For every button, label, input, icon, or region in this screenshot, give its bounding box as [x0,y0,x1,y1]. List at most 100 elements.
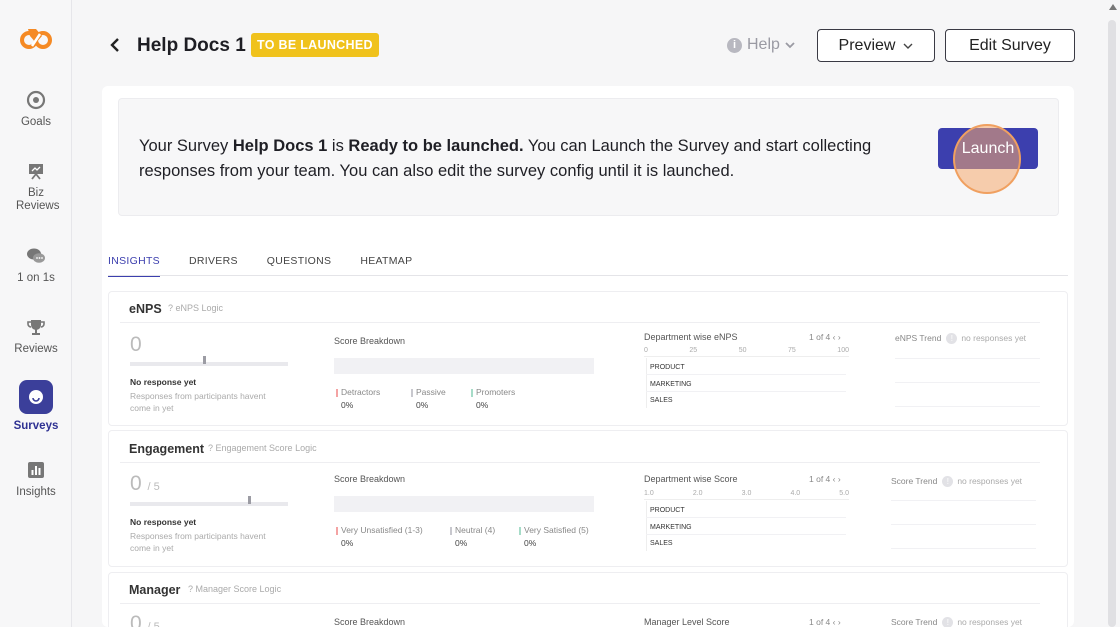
enps-scale [130,356,288,366]
dept-axis: 0 25 50 75 100 [644,347,849,354]
trend-note: no responses yet [961,333,1027,343]
page-title: Help Docs 1 [137,35,246,56]
scrollbar[interactable] [1108,20,1116,627]
chat-icon [27,248,45,263]
axis-tick: 100 [837,347,849,354]
scroll-up-arrow[interactable] [1109,4,1117,10]
legend-value: 0% [455,538,468,548]
help-icon[interactable]: ! [942,617,954,627]
sidebar-item-label: Biz Reviews [16,187,60,212]
pager[interactable]: 1 of 4 ‹ › [809,332,841,342]
no-response-label: No response yet [130,377,197,387]
axis-tick: 25 [689,347,698,354]
chevron-down-icon [785,42,795,49]
engagement-score: 0 / 5 [130,472,160,496]
dept-vline [646,501,647,551]
sidebar-item-reviews[interactable]: Reviews [0,317,72,356]
click-indicator [953,124,1021,194]
legend-swatch [519,526,521,535]
legend-swatch [336,388,338,397]
engagement-logic-link[interactable]: ? Engagement Score Logic [208,443,317,453]
help-dropdown[interactable]: i Help [727,36,795,54]
manager-logic-link[interactable]: ? Manager Score Logic [188,584,281,594]
no-response-sub: Responses from participants havent come … [130,531,266,553]
trend-rule [891,500,1036,501]
trend-label: Score Trend [891,617,938,627]
help-label: Help [747,36,780,53]
legend-value: 0% [416,400,429,410]
sidebar-item-surveys[interactable]: Surveys [0,380,72,433]
section-title: eNPS [129,302,162,316]
tab-insights[interactable]: INSIGHTS [108,255,160,277]
sidebar-item-label: Goals [20,116,52,128]
trend-label: Score Trend [891,476,938,486]
sidebar-item-biz-reviews[interactable]: Biz Reviews [0,161,72,213]
dept-row: PRODUCT [650,364,685,371]
help-icon[interactable]: ! [946,333,958,344]
dept-rule [646,534,846,535]
help-icon[interactable]: ! [942,476,954,487]
dept-row: MARKETING [650,524,692,531]
dept-rule [646,517,846,518]
section-rule [120,603,1040,604]
sidebar-item-label: Surveys [13,420,59,432]
breakdown-label: Score Breakdown [334,474,406,484]
section-rule [120,322,1040,323]
legend-very-satisfied: Very Satisfied (5) 0% [519,525,589,548]
axis-tick: 75 [788,347,796,354]
pager-label: 1 of 4 [809,332,831,342]
legend-swatch [411,388,413,397]
dept-axis: 1.0 2.0 3.0 4.0 5.0 [644,490,849,497]
logic-label: Engagement Score Logic [215,443,317,453]
banner-text-1: Your Survey [139,137,233,155]
pager[interactable]: 1 of 4 ‹ › [809,617,841,627]
manager-trend: Score Trend! no responses yet [891,617,1022,627]
scale-marker [203,356,206,364]
legend-label: Very Unsatisfied (1-3) [341,525,423,535]
engagement-trend: Score Trend! no responses yet [891,476,1022,487]
dept-label: Department wise Score [644,474,738,484]
back-arrow-icon[interactable] [108,36,122,54]
tab-heatmap[interactable]: HEATMAP [360,255,412,277]
score-value: 0 [130,472,142,495]
chevron-down-icon [903,43,913,49]
legend-swatch [336,526,338,535]
insights-icon [28,462,44,478]
preview-button[interactable]: Preview [817,29,935,62]
legend-swatch [450,526,452,535]
sidebar-item-1on1s[interactable]: 1 on 1s [0,246,72,285]
section-title: Engagement [129,442,205,456]
tab-questions[interactable]: QUESTIONS [267,255,332,277]
target-icon [26,90,46,110]
axis-tick: 50 [738,347,747,354]
pager[interactable]: 1 of 4 ‹ › [809,474,841,484]
axis-tick: 5.0 [839,490,849,497]
info-icon: i [727,37,742,53]
sidebar-item-insights[interactable]: Insights [0,460,72,499]
edit-survey-button[interactable]: Edit Survey [945,29,1075,62]
legend-promoters: Promoters 0% [471,387,515,410]
legend-value: 0% [341,538,354,548]
axis-tick: 4.0 [790,490,801,497]
trend-note: no responses yet [957,476,1023,486]
legend-value: 0% [476,400,489,410]
launch-button-label: Launch [961,140,1015,157]
sidebar-item-goals[interactable]: Goals [0,90,72,129]
sidebar: Goals Biz Reviews 1 on 1s Reviews Survey… [0,0,72,627]
survey-icon [19,380,53,414]
axis-tick: 3.0 [741,490,752,497]
score-max: / 5 [147,621,160,627]
banner-text-2: is [327,137,349,155]
enps-logic-link[interactable]: ? eNPS Logic [168,303,223,313]
banner-ready: Ready to be launched. [348,137,524,155]
trend-label: eNPS Trend [895,333,942,343]
insights-tabs: INSIGHTS DRIVERS QUESTIONS HEATMAP [108,255,441,277]
app-logo[interactable] [20,26,52,54]
dept-row: SALES [650,540,673,547]
trend-note: no responses yet [957,617,1023,627]
tab-drivers[interactable]: DRIVERS [189,255,238,277]
dept-row: PRODUCT [650,507,685,514]
banner-message: Your Survey Help Docs 1 is Ready to be l… [139,134,899,184]
dept-row: SALES [650,397,673,404]
trend-rule [891,548,1036,549]
